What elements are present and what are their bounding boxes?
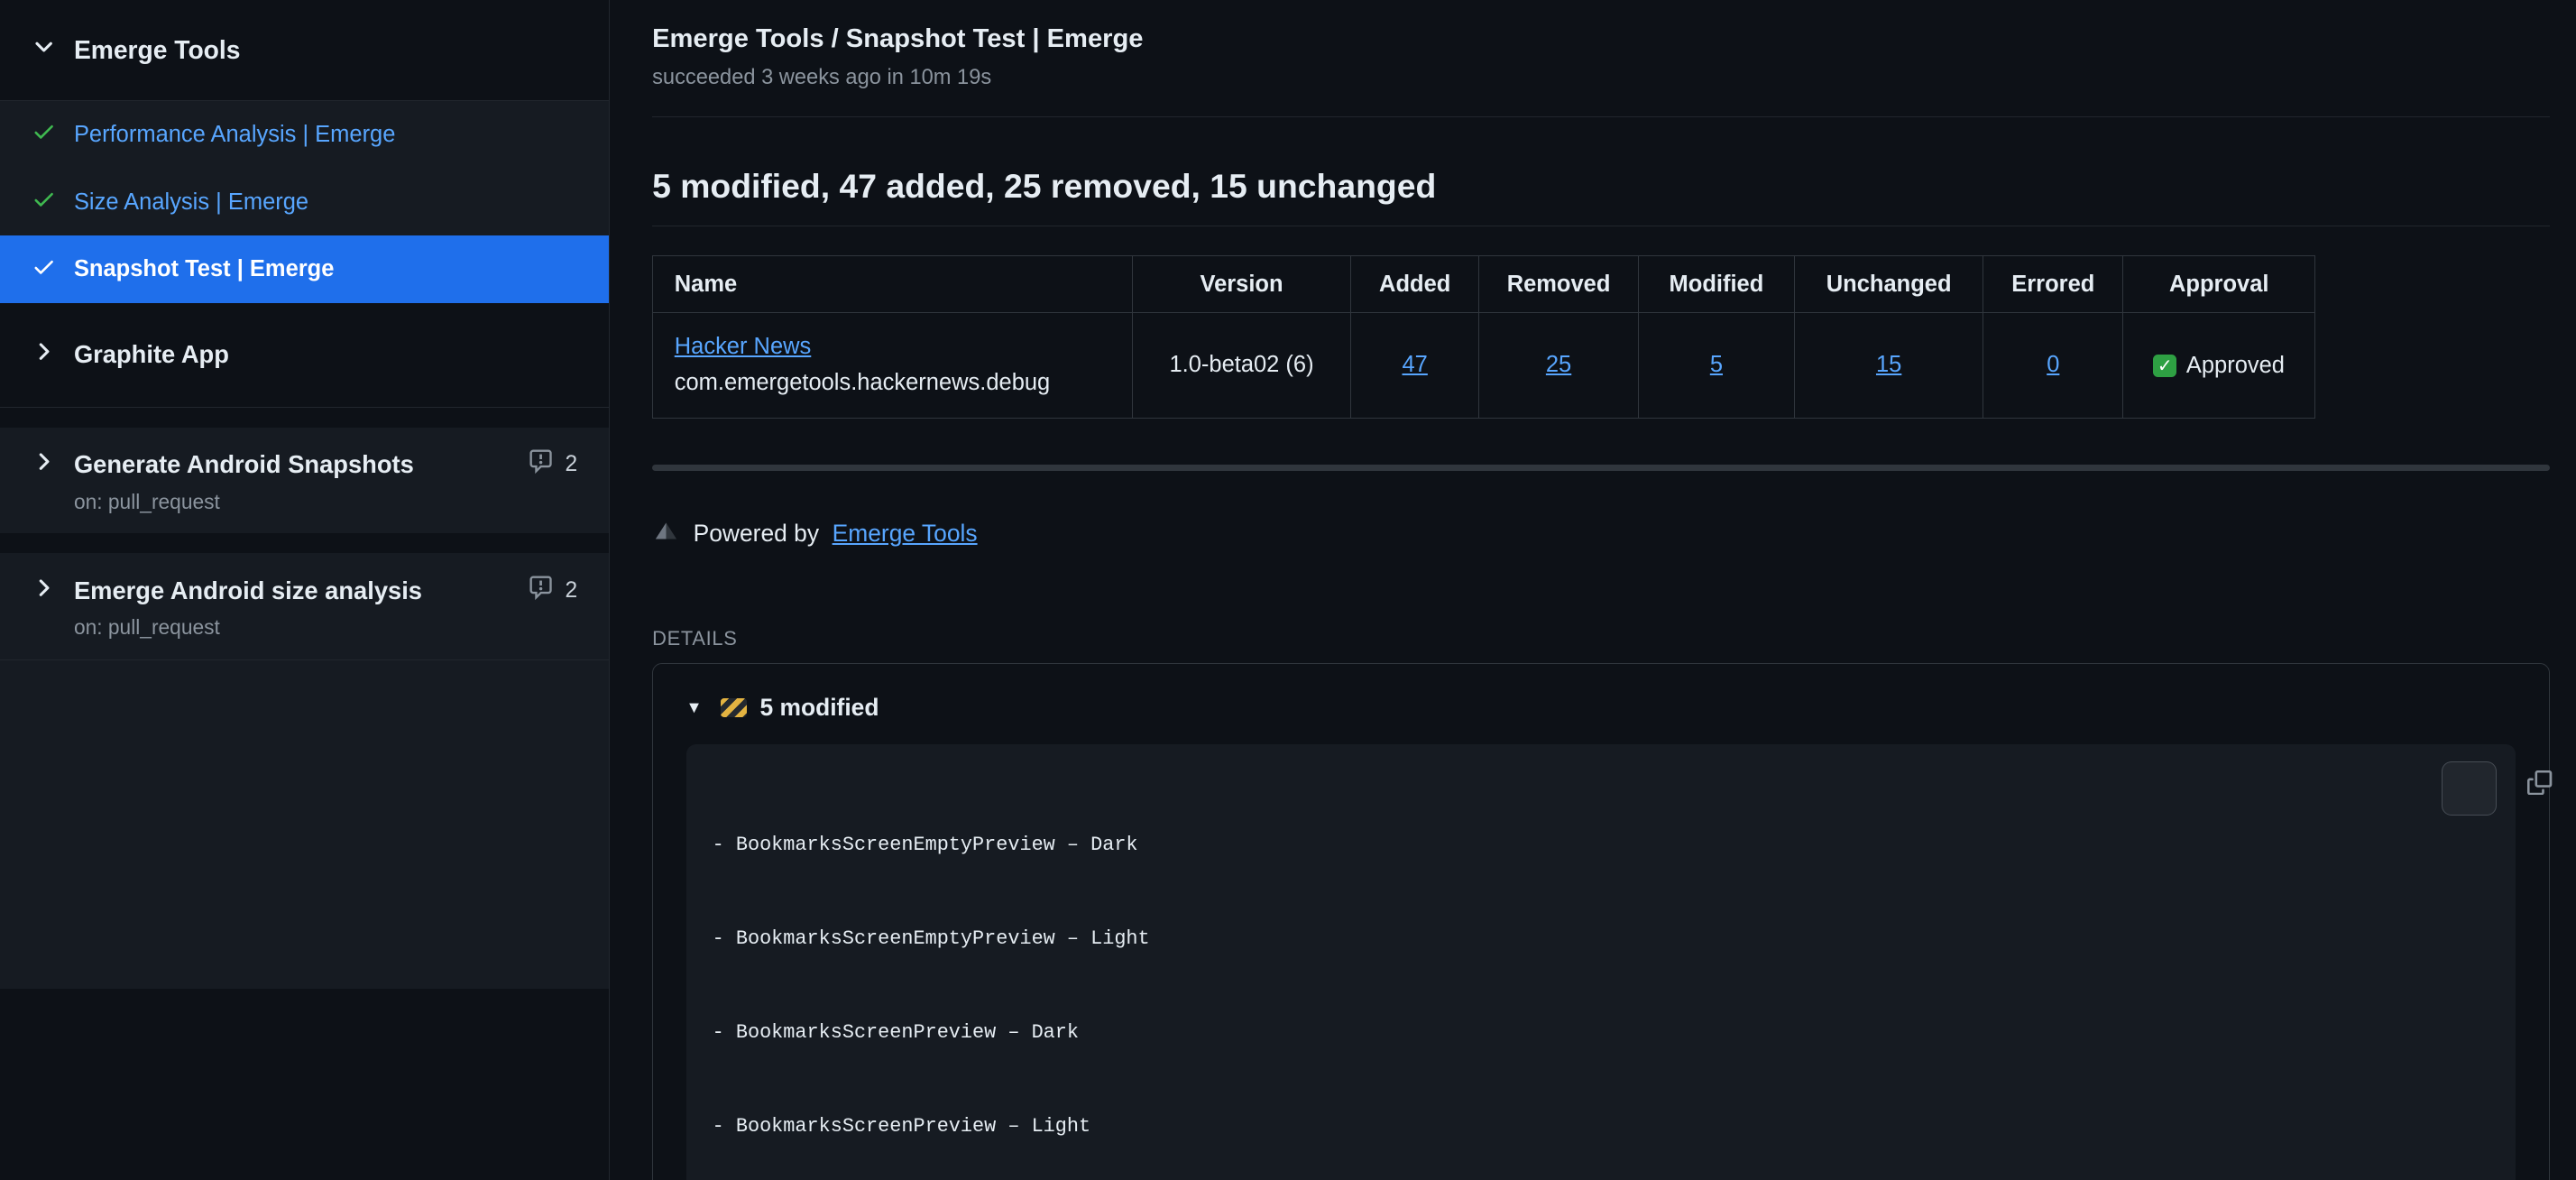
emerge-tools-link[interactable]: Emerge Tools <box>833 520 978 548</box>
annotation-count: 2 <box>565 578 578 604</box>
added-count-link[interactable]: 47 <box>1403 352 1428 377</box>
chevron-right-icon <box>32 576 56 606</box>
column-header-added: Added <box>1350 255 1480 314</box>
code-line: - BookmarksScreenPreview – Dark <box>712 1020 1080 1044</box>
annotation-count: 2 <box>565 452 578 477</box>
run-status-text: succeeded 3 weeks ago in 10m 19s <box>652 66 992 90</box>
divider <box>652 464 2550 471</box>
workflow-trigger: on: pull_request <box>73 615 220 640</box>
table-header-row: Name Version Added Removed Modified Unch… <box>652 255 2316 314</box>
sidebar-group-emerge-tools[interactable]: Emerge Tools <box>0 0 609 102</box>
unchanged-count-link[interactable]: 15 <box>1876 352 1901 377</box>
check-icon <box>32 119 56 150</box>
green-check-icon: ✓ <box>2153 354 2176 378</box>
powered-by-row: Powered by Emerge Tools <box>652 517 2550 551</box>
removed-count-link[interactable]: 25 <box>1546 352 1571 377</box>
sidebar: Emerge Tools Performance Analysis | Emer… <box>0 0 610 1180</box>
modified-count-link[interactable]: 5 <box>1710 352 1723 377</box>
triangle-down-icon: ▼ <box>685 698 703 716</box>
cell-errored: 0 <box>1983 312 2124 419</box>
errored-count-link[interactable]: 0 <box>2047 352 2059 377</box>
sidebar-run-list: Performance Analysis | Emerge Size Analy… <box>0 101 609 304</box>
results-table: Name Version Added Removed Modified Unch… <box>652 255 2316 419</box>
cell-version: 1.0-beta02 (6) <box>1131 312 1352 419</box>
run-label: Size Analysis | Emerge <box>73 189 309 215</box>
summary-heading: 5 modified, 47 added, 25 removed, 15 unc… <box>652 167 2550 226</box>
code-line: - BookmarksScreenEmptyPreview – Dark <box>712 834 1138 857</box>
run-label: Snapshot Test | Emerge <box>73 256 335 282</box>
run-header: Emerge Tools / Snapshot Test | Emerge su… <box>652 0 2550 118</box>
copy-button[interactable] <box>2442 761 2553 816</box>
check-icon <box>32 254 56 285</box>
cell-removed: 25 <box>1478 312 1639 419</box>
column-header-modified: Modified <box>1637 255 1795 314</box>
code-line: - BookmarksScreenEmptyPreview – Light <box>712 927 1150 951</box>
code-line: - BookmarksScreenPreview – Light <box>712 1114 1091 1138</box>
cell-approval: ✓ Approved <box>2122 312 2316 419</box>
app-bundle-id: com.emergetools.hackernews.debug <box>674 369 1051 395</box>
chevron-right-icon <box>32 449 56 480</box>
annotation-bubble-icon <box>528 448 554 481</box>
modified-code-block: - BookmarksScreenEmptyPreview – Dark - B… <box>685 744 2553 1180</box>
table-row: Hacker News com.emergetools.hackernews.d… <box>652 312 2316 419</box>
checks-page: Emerge Tools Performance Analysis | Emer… <box>0 0 2576 1180</box>
workflow-label: Generate Android Snapshots <box>73 450 414 479</box>
modified-section-toggle[interactable]: ▼ 5 modified <box>686 694 2516 722</box>
details-section-label: DETAILS <box>652 626 738 650</box>
construction-icon <box>720 697 747 718</box>
chevron-right-icon <box>32 339 56 370</box>
sidebar-group-label: Emerge Tools <box>73 35 241 65</box>
cell-name: Hacker News com.emergetools.hackernews.d… <box>652 312 1133 419</box>
sidebar-workflow-generate-android-snapshots[interactable]: Generate Android Snapshots 2 on: pull_re… <box>0 427 609 534</box>
column-header-errored: Errored <box>1983 255 2124 314</box>
chevron-down-icon <box>32 34 56 66</box>
copy-icon <box>2386 739 2553 837</box>
workflow-trigger: on: pull_request <box>73 489 220 513</box>
annotation-bubble-icon <box>528 575 554 607</box>
sidebar-workflow-emerge-android-size-analysis[interactable]: Emerge Android size analysis 2 on: pull_… <box>0 553 609 660</box>
main-content: Emerge Tools / Snapshot Test | Emerge su… <box>609 0 2576 1180</box>
app-name-link[interactable]: Hacker News <box>675 334 812 359</box>
sidebar-item-snapshot-test[interactable]: Snapshot Test | Emerge <box>0 235 609 304</box>
approval-status-text: Approved <box>2185 352 2285 378</box>
check-icon <box>32 187 56 217</box>
column-header-unchanged: Unchanged <box>1793 255 1984 314</box>
page-title: Emerge Tools / Snapshot Test | Emerge <box>652 24 1144 54</box>
sidebar-item-size-analysis[interactable]: Size Analysis | Emerge <box>0 169 609 236</box>
details-box: ▼ 5 modified - BookmarksScreenEmptyPrevi… <box>652 663 2553 1180</box>
sidebar-item-performance-analysis[interactable]: Performance Analysis | Emerge <box>0 101 609 169</box>
emerge-logo-icon <box>652 517 680 551</box>
workflow-label: Emerge Android size analysis <box>73 576 422 605</box>
sidebar-group-graphite-app[interactable]: Graphite App <box>0 303 609 408</box>
modified-summary-label: 5 modified <box>759 694 879 721</box>
column-header-version: Version <box>1131 255 1352 314</box>
column-header-name: Name <box>652 255 1133 314</box>
cell-unchanged: 15 <box>1793 312 1984 419</box>
sidebar-filler <box>0 659 609 990</box>
powered-by-text: Powered by <box>693 520 820 548</box>
sidebar-group-label: Graphite App <box>73 340 229 369</box>
column-header-removed: Removed <box>1478 255 1639 314</box>
cell-modified: 5 <box>1637 312 1795 419</box>
cell-added: 47 <box>1350 312 1480 419</box>
column-header-approval: Approval <box>2122 255 2316 314</box>
run-label: Performance Analysis | Emerge <box>73 121 396 147</box>
